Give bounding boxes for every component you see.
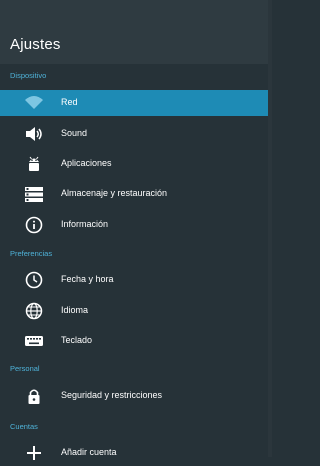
- plus-icon: [24, 444, 44, 462]
- page-title: Ajustes: [10, 36, 61, 53]
- settings-item-anadir-cuenta[interactable]: Añadir cuenta: [0, 440, 272, 466]
- keyboard-icon: [24, 332, 44, 350]
- settings-item-label: Añadir cuenta: [61, 447, 117, 457]
- settings-item-seguridad[interactable]: Seguridad y restricciones: [0, 383, 272, 409]
- settings-item-almacenaje[interactable]: Almacenaje y restauración: [0, 181, 272, 207]
- settings-item-label: Seguridad y restricciones: [61, 390, 163, 400]
- settings-item-label: Idioma: [61, 305, 89, 315]
- clock-icon: [24, 271, 44, 289]
- info-icon: [24, 216, 44, 234]
- settings-item-informacion[interactable]: Información: [0, 212, 272, 238]
- settings-item-teclado[interactable]: Teclado: [0, 328, 272, 354]
- settings-item-label: Teclado: [61, 335, 93, 345]
- speaker-icon: [24, 125, 44, 143]
- settings-item-aplicaciones[interactable]: Aplicaciones: [0, 151, 272, 177]
- settings-item-label: Red: [61, 97, 78, 107]
- app-header: Ajustes: [0, 0, 272, 64]
- section-personal: Personal: [10, 364, 40, 373]
- storage-icon: [24, 185, 44, 203]
- panel-edge: [268, 0, 272, 457]
- settings-item-label: Almacenaje y restauración: [61, 188, 168, 198]
- section-preferencias: Preferencias: [10, 249, 53, 258]
- settings-item-fecha-hora[interactable]: Fecha y hora: [0, 267, 272, 293]
- globe-icon: [24, 302, 44, 320]
- settings-item-label: Aplicaciones: [61, 158, 112, 168]
- lock-icon: [24, 387, 44, 405]
- settings-item-label: Sound: [61, 128, 88, 138]
- settings-item-idioma[interactable]: Idioma: [0, 298, 272, 324]
- section-dispositivo: Dispositivo: [10, 71, 47, 80]
- settings-item-label: Información: [61, 219, 109, 229]
- android-icon: [24, 155, 44, 173]
- wifi-icon: [24, 94, 44, 112]
- settings-item-sound[interactable]: Sound: [0, 121, 272, 147]
- settings-item-label: Fecha y hora: [61, 274, 114, 284]
- section-cuentas: Cuentas: [10, 422, 38, 431]
- settings-item-red[interactable]: Red: [0, 90, 272, 116]
